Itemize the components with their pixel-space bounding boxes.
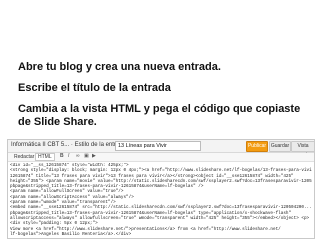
code-line: <strong style="display: block; margin: 1… [10, 168, 312, 174]
blog-title: Informática II CBT 5... · Estilo de la e… [11, 142, 126, 148]
instruction-line-3: Cambia a la vista HTML y pega el código … [18, 103, 301, 128]
tab-html[interactable]: HTML [35, 153, 55, 161]
italic-icon[interactable]: I [68, 154, 73, 159]
tab-compose[interactable]: Redactar [12, 154, 36, 160]
editor-toolbar: Redactar HTML B I ∞ ▣ ▶ [8, 153, 314, 162]
save-button[interactable]: Guardar [269, 141, 291, 152]
bold-icon[interactable]: B [60, 154, 65, 159]
html-code-area[interactable]: <div id="__ss_12615874" style="width: 42… [10, 163, 312, 237]
post-title-input[interactable]: 13 Líneas para Vivir [115, 141, 201, 151]
instruction-line-2: Escribe el título de la entrada [18, 82, 171, 94]
publish-button[interactable]: Publicar [246, 141, 268, 152]
code-line: <embed name="__sse12615874" src="http://… [10, 205, 312, 211]
preview-button[interactable]: Vista previa [291, 141, 314, 158]
blog-editor-screenshot: Informática II CBT 5... · Estilo de la e… [7, 139, 315, 239]
instruction-line-1: Abre tu blog y crea una nueva entrada. [18, 61, 221, 73]
editor-top-bar: Informática II CBT 5... · Estilo de la e… [8, 140, 314, 158]
image-icon[interactable]: ▣ [84, 154, 89, 159]
video-icon[interactable]: ▶ [92, 154, 97, 159]
link-icon[interactable]: ∞ [76, 154, 81, 159]
